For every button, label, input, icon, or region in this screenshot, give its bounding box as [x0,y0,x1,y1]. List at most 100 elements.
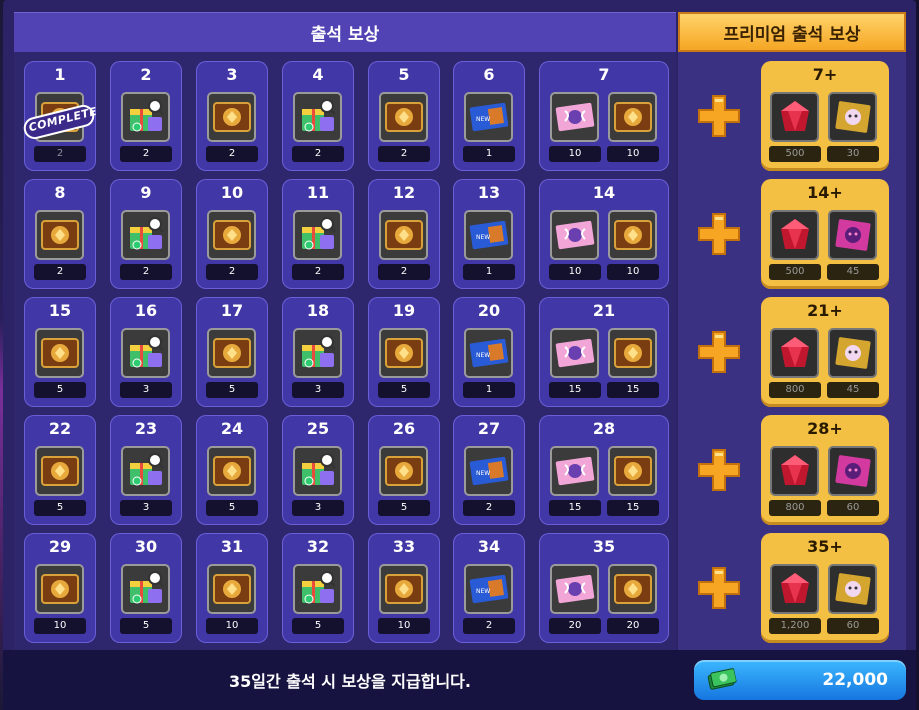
gift-box-icon[interactable] [293,210,342,260]
ruby-icon[interactable] [770,328,819,378]
reward-day-29[interactable]: 29 10 [24,533,96,643]
reward-day-8[interactable]: 82 [24,179,96,289]
blue-ticket-icon[interactable]: NEW [464,92,513,142]
premium-reward-14+[interactable]: 14+ 500 45 [761,179,889,289]
reward-day-19[interactable]: 19 5 [368,297,440,407]
gift-box-icon[interactable] [121,564,170,614]
reward-day-23[interactable]: 23 3 [110,415,182,525]
gift-box-icon[interactable] [293,328,342,378]
pink-ticket-icon[interactable] [550,564,599,614]
reward-day-31[interactable]: 31 10 [196,533,268,643]
gold-ticket-icon[interactable] [35,328,84,378]
reward-day-32[interactable]: 32 5 [282,533,354,643]
reward-day-17[interactable]: 17 5 [196,297,268,407]
currency-amount: 22,000 [822,670,888,690]
reward-day-10[interactable]: 10 2 [196,179,268,289]
reward-day-18[interactable]: 18 3 [282,297,354,407]
reward-day-14[interactable]: 14 10 10 [539,179,669,289]
blue-ticket-icon[interactable]: NEW [464,210,513,260]
gold-ticket-icon[interactable] [207,92,256,142]
item-quantity: 60 [827,618,879,634]
reward-day-11[interactable]: 11 2 [282,179,354,289]
gift-box-icon[interactable] [293,92,342,142]
reward-day-2[interactable]: 22 [110,61,182,171]
gold-ticket-icon[interactable] [379,92,428,142]
gift-box-icon[interactable] [293,564,342,614]
day-number: 31 [220,537,244,556]
gold-ticket-icon[interactable] [207,446,256,496]
reward-day-7[interactable]: 7 10 10 [539,61,669,171]
ruby-icon[interactable] [770,92,819,142]
ruby-icon[interactable] [770,446,819,496]
reward-day-35[interactable]: 35 20 20 [539,533,669,643]
gold-ticket-icon[interactable] [379,446,428,496]
item-quantity: 2 [292,264,344,280]
reward-day-28[interactable]: 28 15 15 [539,415,669,525]
svg-text:NEW: NEW [476,352,490,359]
gold-ticket-icon[interactable] [379,564,428,614]
attendance-reward-tab[interactable]: 출석 보상 [14,12,676,52]
gold-ticket-icon[interactable] [207,328,256,378]
blue-ticket-icon[interactable]: NEW [464,564,513,614]
currency-purchase-button[interactable]: 22,000 [694,660,906,700]
item-quantity: 15 [549,382,601,398]
pink-ticket-icon[interactable] [550,210,599,260]
gold-ticket-icon[interactable] [207,210,256,260]
gift-box-icon[interactable] [121,92,170,142]
reward-day-13[interactable]: 13 NEW 1 [453,179,525,289]
premium-reward-35+[interactable]: 35+ 1,200 60 [761,533,889,643]
premium-reward-21+[interactable]: 21+ 800 45 [761,297,889,407]
reward-day-26[interactable]: 26 5 [368,415,440,525]
gold-ticket-icon[interactable] [608,92,657,142]
premium-reward-28+[interactable]: 28+ 800 60 [761,415,889,525]
pink-ticket-icon[interactable] [550,92,599,142]
blue-ticket-icon[interactable]: NEW [464,328,513,378]
gold-ticket-icon[interactable] [379,210,428,260]
premium-attendance-reward-tab[interactable]: 프리미엄 출석 보상 [678,12,906,52]
gold-ticket-icon[interactable] [608,446,657,496]
gold-ticket-icon[interactable] [379,328,428,378]
gold-ticket-icon[interactable] [207,564,256,614]
pink-ticket-icon[interactable] [550,328,599,378]
reward-day-5[interactable]: 52 [368,61,440,171]
gold-ticket-icon[interactable] [608,564,657,614]
reward-day-34[interactable]: 34 NEW 2 [453,533,525,643]
gold-ticket-icon[interactable] [608,328,657,378]
reward-day-15[interactable]: 15 5 [24,297,96,407]
gold-ticket-icon[interactable] [35,210,84,260]
reward-day-6[interactable]: 6 NEW 1 [453,61,525,171]
gift-box-icon[interactable] [293,446,342,496]
item-quantity: 5 [378,500,430,516]
reward-day-3[interactable]: 32 [196,61,268,171]
reward-day-20[interactable]: 20 NEW 1 [453,297,525,407]
gift-box-icon[interactable] [121,446,170,496]
premium-day-number: 14+ [807,183,843,202]
reward-day-16[interactable]: 16 3 [110,297,182,407]
day-number: 27 [477,419,501,438]
ruby-icon[interactable] [770,564,819,614]
gold-ticket-icon[interactable] [35,446,84,496]
gift-box-icon[interactable] [121,210,170,260]
gift-box-icon[interactable] [121,328,170,378]
pink-ticket-icon[interactable] [550,446,599,496]
gold-costume-ticket-icon[interactable] [828,564,877,614]
gold-ticket-icon[interactable] [608,210,657,260]
gold-costume-ticket-icon[interactable] [828,328,877,378]
reward-day-30[interactable]: 30 5 [110,533,182,643]
blue-ticket-icon[interactable]: NEW [464,446,513,496]
reward-day-22[interactable]: 22 5 [24,415,96,525]
reward-day-4[interactable]: 42 [282,61,354,171]
reward-day-33[interactable]: 33 10 [368,533,440,643]
reward-day-27[interactable]: 27 NEW 2 [453,415,525,525]
premium-reward-7+[interactable]: 7+ 500 30 [761,61,889,171]
reward-day-21[interactable]: 21 15 15 [539,297,669,407]
reward-day-9[interactable]: 92 [110,179,182,289]
gold-costume-ticket-icon[interactable] [828,92,877,142]
pink-costume-ticket-icon[interactable] [828,446,877,496]
reward-day-25[interactable]: 25 3 [282,415,354,525]
reward-day-24[interactable]: 24 5 [196,415,268,525]
gold-ticket-icon[interactable] [35,564,84,614]
ruby-icon[interactable] [770,210,819,260]
reward-day-12[interactable]: 12 2 [368,179,440,289]
pink-costume-ticket-icon[interactable] [828,210,877,260]
